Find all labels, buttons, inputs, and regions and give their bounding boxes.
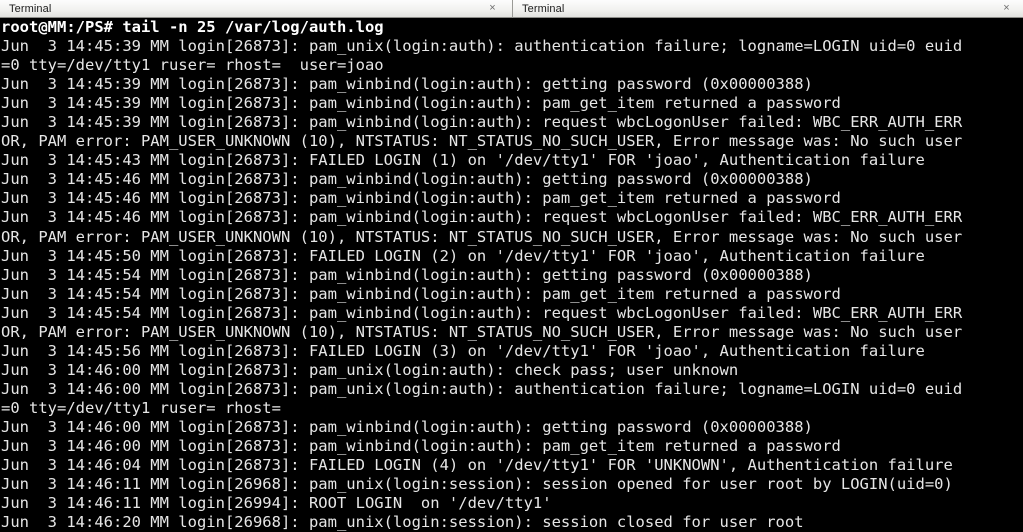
terminal-log-line: Jun 3 14:45:56 MM login[26873]: FAILED L…: [1, 341, 925, 360]
terminal-log-line: Jun 3 14:45:54 MM login[26873]: pam_winb…: [1, 303, 963, 322]
terminal-log-line: Jun 3 14:45:39 MM login[26873]: pam_winb…: [1, 75, 813, 94]
terminal-log-line: Jun 3 14:46:00 MM login[26873]: pam_winb…: [1, 437, 841, 456]
terminal-log-line: Jun 3 14:45:54 MM login[26873]: pam_winb…: [1, 284, 841, 303]
terminal-log-line: OR, PAM error: PAM_USER_UNKNOWN (10), NT…: [1, 227, 963, 246]
terminal-output-area[interactable]: root@MM:/PS# tail -n 25 /var/log/auth.lo…: [0, 18, 1023, 532]
terminal-tab-2-label: Terminal: [522, 2, 565, 15]
terminal-log-line: Jun 3 14:46:20 MM login[26968]: pam_unix…: [1, 513, 804, 532]
close-icon[interactable]: ×: [486, 2, 499, 15]
terminal-log-line: Jun 3 14:45:43 MM login[26873]: FAILED L…: [1, 151, 925, 170]
terminal-log-line: Jun 3 14:46:11 MM login[26994]: ROOT LOG…: [1, 494, 552, 513]
terminal-log-line: Jun 3 14:45:39 MM login[26873]: pam_winb…: [1, 94, 841, 113]
terminal-log-line: =0 tty=/dev/tty1 ruser= rhost=: [1, 398, 281, 417]
terminal-log-line: =0 tty=/dev/tty1 ruser= rhost= user=joao: [1, 56, 384, 75]
terminal-log-line: OR, PAM error: PAM_USER_UNKNOWN (10), NT…: [1, 322, 963, 341]
terminal-log-line: OR, PAM error: PAM_USER_UNKNOWN (10), NT…: [1, 132, 963, 151]
terminal-log-line: Jun 3 14:45:46 MM login[26873]: pam_winb…: [1, 170, 813, 189]
terminal-log-line: Jun 3 14:45:50 MM login[26873]: FAILED L…: [1, 246, 925, 265]
terminal-log-line: Jun 3 14:46:00 MM login[26873]: pam_winb…: [1, 417, 813, 436]
terminal-log-line: Jun 3 14:45:39 MM login[26873]: pam_unix…: [1, 37, 963, 56]
terminal-tab-1-label: Terminal: [9, 2, 52, 15]
terminal-log-line: Jun 3 14:46:04 MM login[26873]: FAILED L…: [1, 456, 953, 475]
terminal-log-line: Jun 3 14:46:11 MM login[26968]: pam_unix…: [1, 475, 953, 494]
terminal-log-line: Jun 3 14:45:46 MM login[26873]: pam_winb…: [1, 208, 963, 227]
terminal-log-line: Jun 3 14:45:54 MM login[26873]: pam_winb…: [1, 265, 813, 284]
terminal-tab-1[interactable]: Terminal ×: [0, 0, 513, 18]
terminal-log-line: Jun 3 14:46:00 MM login[26873]: pam_unix…: [1, 360, 739, 379]
terminal-log-line: Jun 3 14:45:39 MM login[26873]: pam_winb…: [1, 113, 963, 132]
terminal-prompt-line: root@MM:/PS# tail -n 25 /var/log/auth.lo…: [1, 18, 384, 36]
close-icon[interactable]: ×: [1000, 2, 1013, 15]
terminal-log-line: Jun 3 14:46:00 MM login[26873]: pam_unix…: [1, 379, 963, 398]
terminal-log-line: Jun 3 14:45:46 MM login[26873]: pam_winb…: [1, 189, 841, 208]
terminal-tab-bar: Terminal × Terminal ×: [0, 0, 1023, 18]
terminal-tab-2[interactable]: Terminal ×: [513, 0, 1023, 18]
terminal-screen: root@MM:/PS# tail -n 25 /var/log/auth.lo…: [0, 18, 1023, 532]
